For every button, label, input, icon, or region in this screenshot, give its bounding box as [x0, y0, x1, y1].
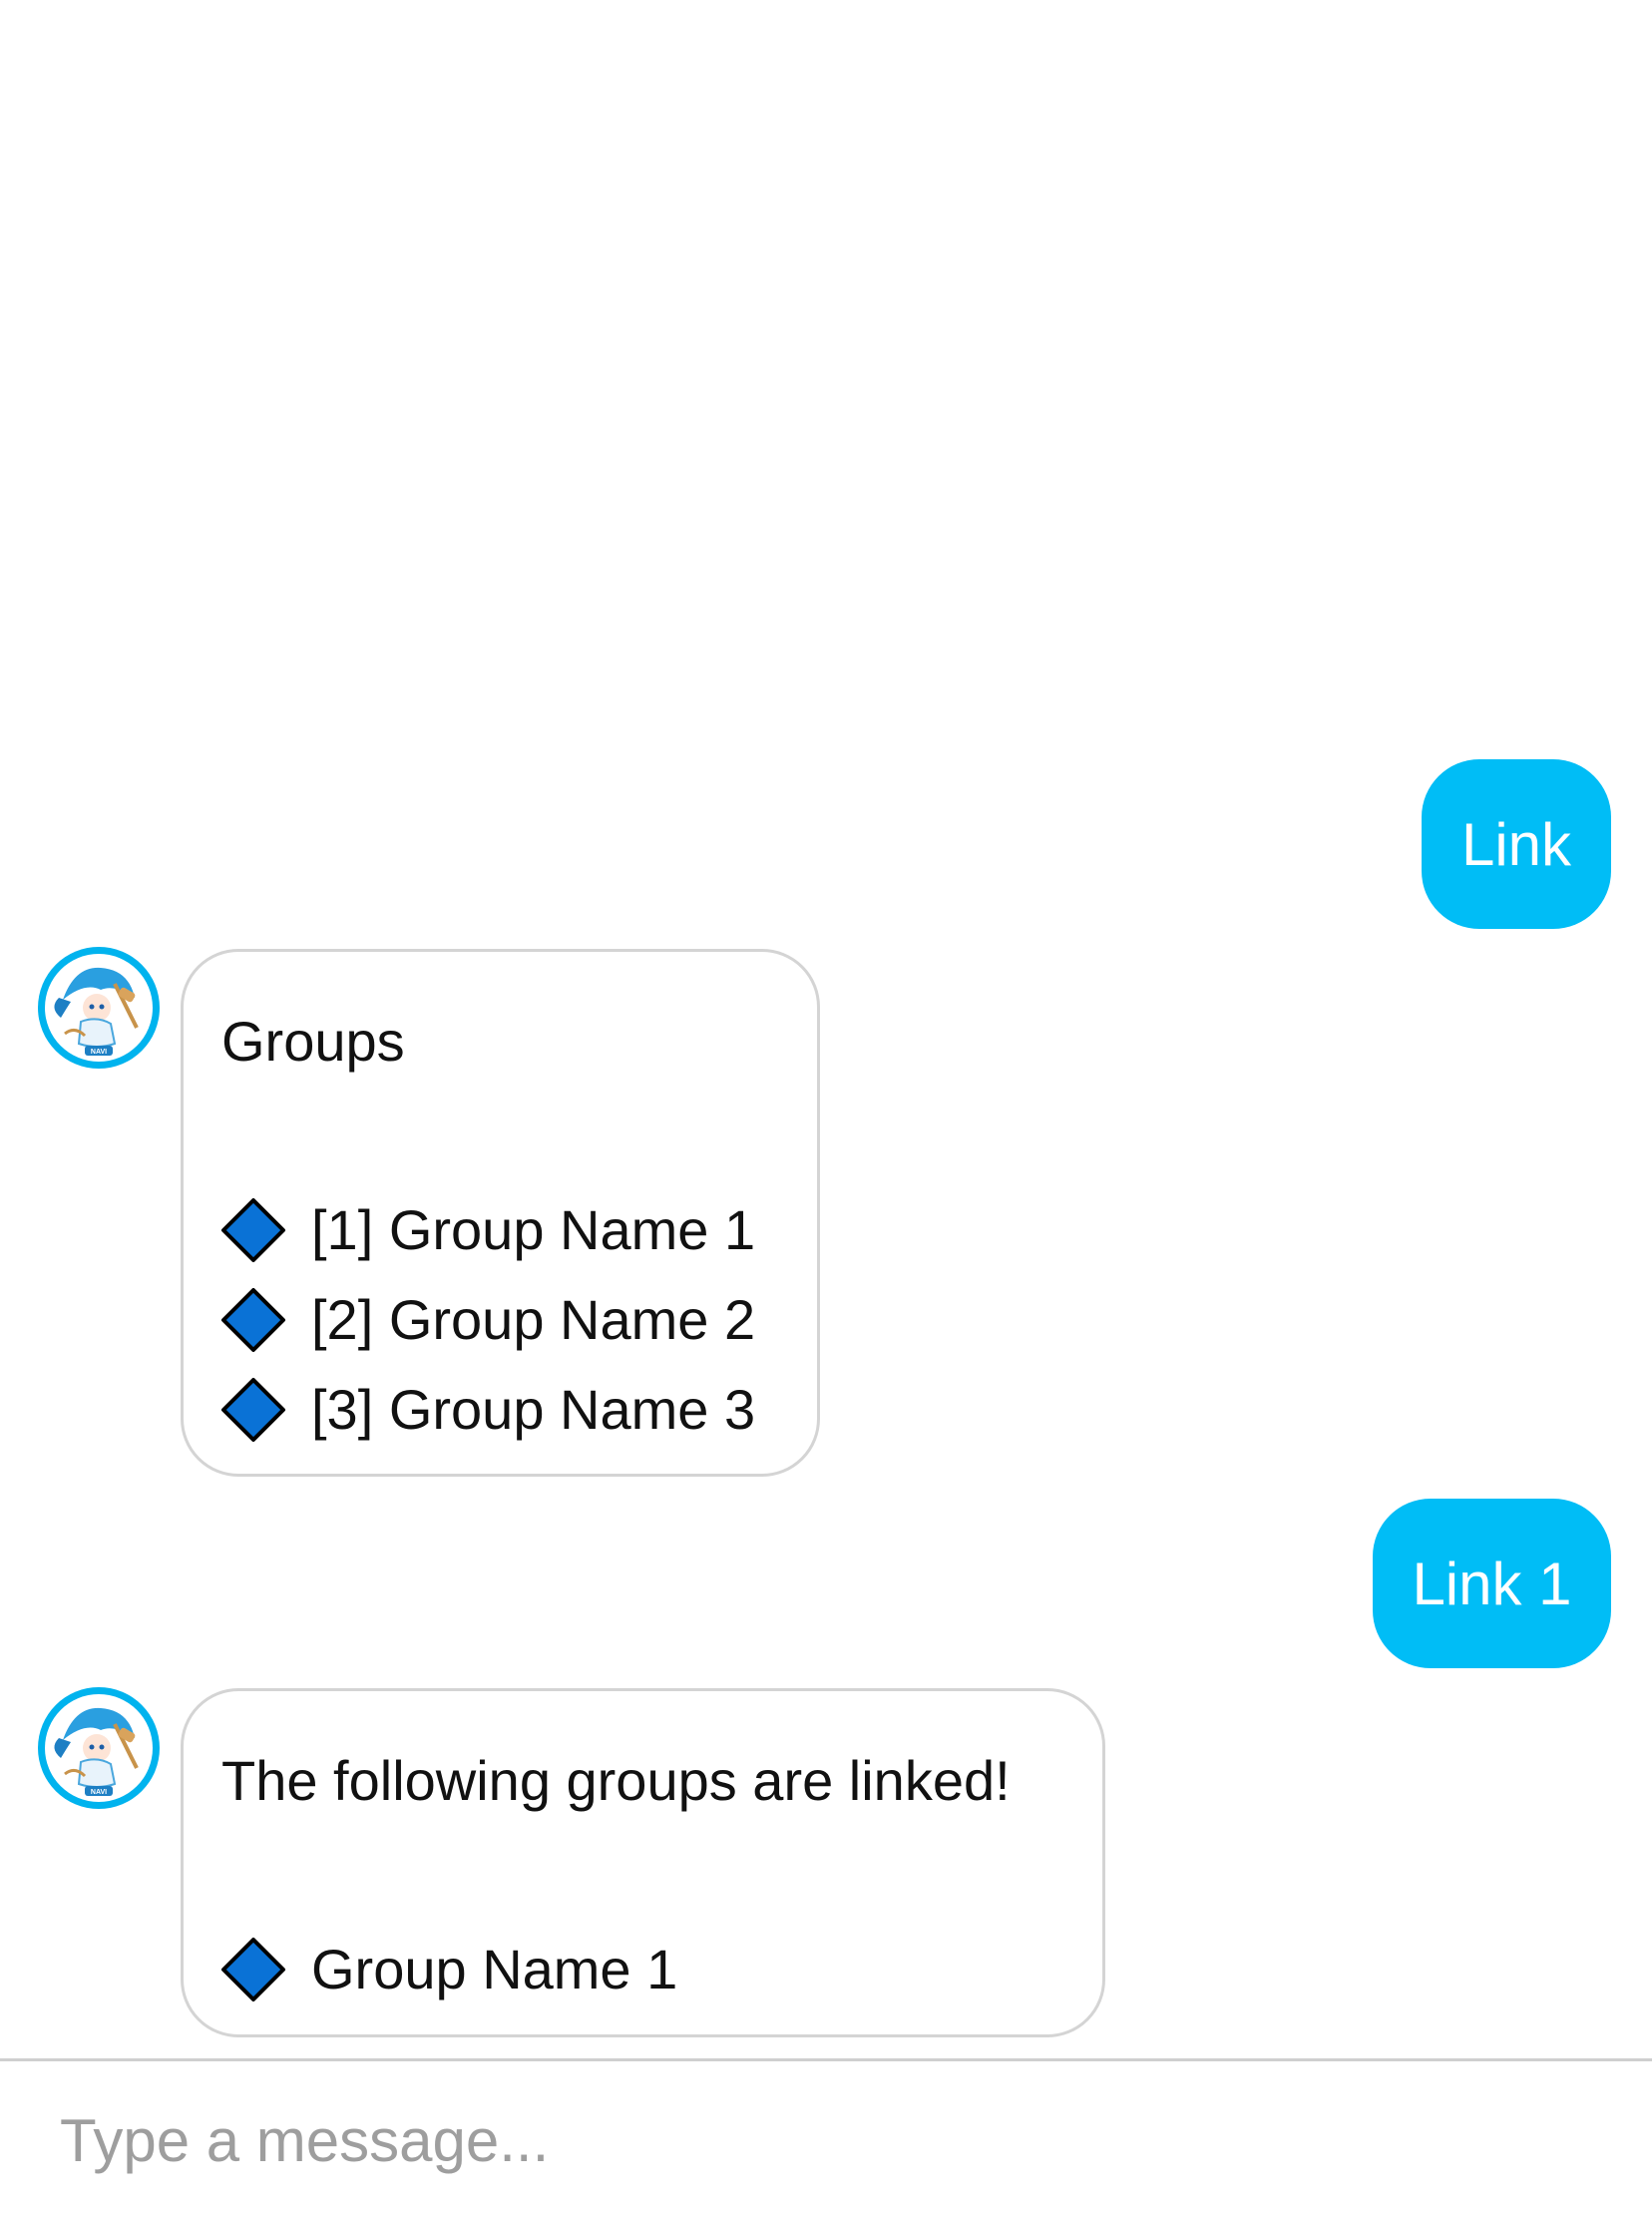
user-message-text: Link 1 — [1412, 1550, 1572, 1617]
blue-diamond-icon — [217, 1934, 289, 2005]
group-list-item-text: Group Name 1 — [311, 1938, 678, 2000]
user-message-text: Link — [1460, 810, 1572, 878]
group-list-item: [1] Group Name 1 — [221, 1185, 779, 1275]
blue-diamond-icon — [217, 1194, 289, 1266]
group-list-item: [2] Group Name 2 — [221, 1275, 779, 1365]
bot-message-bubble: The following groups are linked! Group N… — [181, 1688, 1105, 2037]
group-list-item: Group Name 1 — [221, 1925, 1064, 2014]
message-input[interactable] — [60, 2090, 1596, 2190]
group-list-item-text: [1] Group Name 1 — [311, 1198, 756, 1261]
group-list-item: [3] Group Name 3 — [221, 1365, 779, 1455]
bot-message-title: Groups — [221, 1010, 405, 1073]
bot-message-title: The following groups are linked! — [221, 1749, 1011, 1812]
bot-message-bubble: Groups [1] Group Name 1 [2] Group Name 2… — [181, 949, 820, 1477]
blue-diamond-icon — [217, 1284, 289, 1356]
group-list-item-text: [2] Group Name 2 — [311, 1288, 756, 1351]
message-list[interactable]: Link NAVI Groups [1] Group Name 1 [2] Gr… — [0, 0, 1652, 2058]
bot-avatar[interactable]: NAVI — [38, 1687, 160, 1809]
message-composer — [0, 2058, 1652, 2219]
group-list-item-text: [3] Group Name 3 — [311, 1378, 756, 1441]
avatar-label: NAVI — [91, 1789, 107, 1796]
bot-avatar[interactable]: NAVI — [38, 947, 160, 1069]
blue-diamond-icon — [217, 1374, 289, 1446]
user-message-bubble: Link — [1422, 759, 1611, 929]
user-message-bubble: Link 1 — [1373, 1499, 1611, 1668]
avatar-image: NAVI — [45, 1694, 153, 1802]
avatar-label: NAVI — [91, 1049, 107, 1056]
avatar-image: NAVI — [45, 954, 153, 1062]
chat-screen: Link NAVI Groups [1] Group Name 1 [2] Gr… — [0, 0, 1652, 2219]
